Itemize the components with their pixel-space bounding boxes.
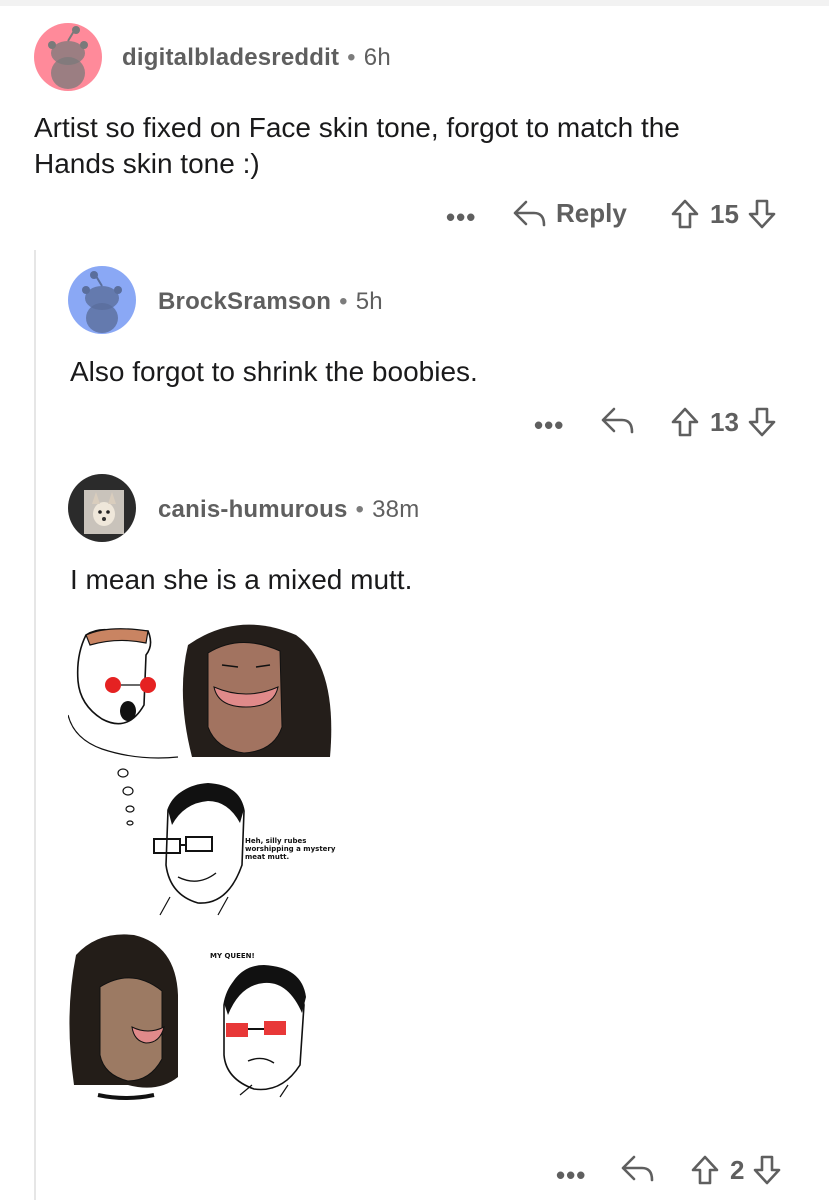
top-divider <box>0 0 829 6</box>
reply-label: Reply <box>556 198 627 228</box>
more-options-button[interactable]: ••• <box>556 1160 586 1191</box>
smirking-wojak <box>153 783 245 916</box>
comment-age: 6h <box>363 44 391 71</box>
comment-body-line: Hands skin tone :) <box>34 148 260 179</box>
username-link[interactable]: canis-humurous <box>158 496 348 523</box>
reply-button[interactable]: Reply <box>512 198 627 229</box>
downvote-arrow-icon[interactable] <box>747 198 777 230</box>
user-avatar[interactable] <box>34 23 102 91</box>
curly-hair-woman <box>182 624 332 757</box>
downvote-arrow-icon[interactable] <box>752 1154 782 1186</box>
dog-avatar-icon <box>84 490 124 534</box>
downvote-arrow-icon[interactable] <box>747 406 777 438</box>
separator-dot: • <box>339 288 348 315</box>
thread-line[interactable] <box>34 250 36 1200</box>
more-options-button[interactable]: ••• <box>446 202 476 233</box>
comment-age: 5h <box>355 288 383 315</box>
comment-age: 38m <box>372 496 420 523</box>
comment-header: digitalbladesreddit • 6h <box>122 44 391 72</box>
separator-dot: • <box>347 44 356 71</box>
upvote-arrow-icon[interactable] <box>690 1154 720 1186</box>
vote-controls: 15 <box>670 198 777 230</box>
vote-controls: 2 <box>690 1154 782 1186</box>
reply-arrow-icon <box>621 1155 654 1182</box>
thought-bubbles <box>117 768 135 826</box>
username-link[interactable]: digitalbladesreddit <box>122 44 339 71</box>
comment-header: BrockSramson • 5h <box>158 288 383 316</box>
queen-wojak <box>223 965 306 1098</box>
short-hair-woman <box>69 934 178 1100</box>
comment-body: Artist so fixed on Face skin tone, forgo… <box>34 110 680 182</box>
username-link[interactable]: BrockSramson <box>158 288 331 315</box>
vote-controls: 13 <box>670 406 777 438</box>
meme-image[interactable]: Heh, silly rubes worshipping a mystery m… <box>67 615 368 1125</box>
vote-count: 15 <box>710 198 739 229</box>
reply-arrow-icon <box>601 407 634 434</box>
comment-body: Also forgot to shrink the boobies. <box>70 356 478 387</box>
separator-dot: • <box>355 496 365 523</box>
meme-caption: MY QUEEN! <box>210 952 255 960</box>
reply-button[interactable] <box>600 406 634 436</box>
snoo-avatar-icon <box>82 271 122 333</box>
reply-button[interactable] <box>620 1154 654 1184</box>
vote-count: 2 <box>730 1154 745 1185</box>
comment-body: I mean she is a mixed mutt. <box>70 564 413 595</box>
user-avatar[interactable] <box>68 474 136 542</box>
more-options-button[interactable]: ••• <box>534 410 564 441</box>
user-avatar[interactable] <box>68 266 136 334</box>
upvote-arrow-icon[interactable] <box>670 198 700 230</box>
wojak-heart-glasses <box>67 628 179 759</box>
comment-body-line: Artist so fixed on Face skin tone, forgo… <box>34 112 680 143</box>
meme-caption: Heh, silly rubes worshipping a mystery m… <box>245 837 336 861</box>
comment-header: canis-humurous • 38m <box>158 496 419 524</box>
vote-count: 13 <box>710 406 739 437</box>
reply-arrow-icon <box>513 200 546 226</box>
snoo-avatar-icon <box>48 26 88 89</box>
meme-drawing <box>67 624 332 1100</box>
upvote-arrow-icon[interactable] <box>670 406 700 438</box>
